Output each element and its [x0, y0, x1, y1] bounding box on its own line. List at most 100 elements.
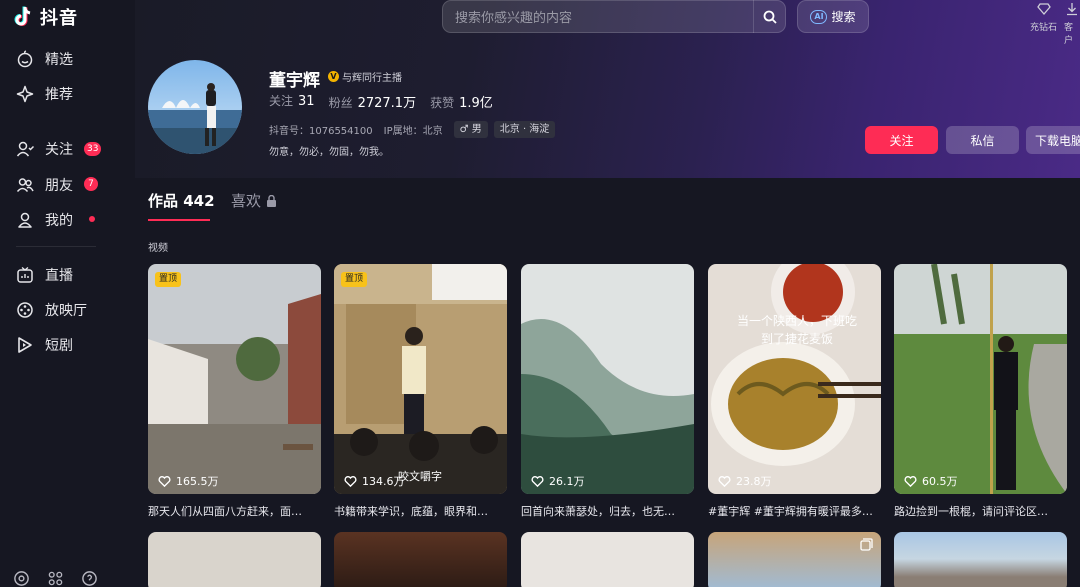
- smile-face-icon: [17, 50, 33, 68]
- douyin-profile-page: 抖音 精选 推荐 关注 33 朋友 7 我的 直播 放映厅 短剧 搜索你感兴趣的…: [0, 0, 1080, 587]
- download-desktop-button[interactable]: 下载电脑: [1026, 126, 1080, 154]
- search-bar: 搜索你感兴趣的内容: [442, 0, 786, 33]
- following-value: 31: [298, 94, 315, 109]
- sidebar-bottom-toolbar: [13, 570, 98, 587]
- sidebar-item-live[interactable]: 直播: [16, 263, 73, 287]
- sidebar-item-recommend[interactable]: 推荐: [16, 82, 73, 106]
- video-thumbnail: [521, 264, 694, 494]
- sidebar-item-short-drama[interactable]: 短剧: [16, 333, 73, 357]
- video-likes: 23.8万: [718, 473, 772, 489]
- video-caption[interactable]: 回首向来萧瑟处，归去，也无…: [521, 503, 694, 519]
- video-overlay-text: 咬文嚼字: [398, 470, 442, 483]
- likes-label: 获赞: [430, 96, 455, 110]
- me-notification-dot: [89, 216, 95, 222]
- follow-button[interactable]: 关注: [865, 126, 938, 154]
- tab-works[interactable]: 作品 442: [148, 190, 215, 211]
- verified-label: 与辉同行主播: [342, 73, 402, 84]
- sparkle-icon: [16, 85, 34, 103]
- following-stat[interactable]: 关注 31: [269, 92, 315, 111]
- followers-stat[interactable]: 粉丝 2727.1万: [329, 92, 417, 111]
- video-card[interactable]: [334, 532, 507, 587]
- ai-search-label: 搜索: [831, 10, 856, 24]
- active-tab-indicator: [148, 219, 210, 221]
- douyin-logo-icon: [14, 6, 31, 26]
- sidebar: 抖音 精选 推荐 关注 33 朋友 7 我的 直播 放映厅 短剧: [0, 0, 135, 587]
- heart-icon: [531, 475, 544, 487]
- video-overlay-text: 当一个陕西人，下班吃到了捷花麦饭: [736, 314, 857, 346]
- ai-search-button[interactable]: AI 搜索: [797, 0, 869, 33]
- settings-icon[interactable]: [13, 570, 30, 587]
- region-tag: 北京 · 海淀: [493, 121, 556, 138]
- lock-icon: [267, 194, 277, 207]
- ai-icon: AI: [810, 9, 828, 24]
- pinned-tag: 置顶: [341, 272, 368, 287]
- recharge-button[interactable]: 充钻石: [1030, 2, 1057, 33]
- likes-count: 60.5万: [922, 475, 958, 488]
- profile-stats: 关注 31 粉丝 2727.1万 获赞 1.9亿: [269, 92, 493, 111]
- sidebar-item-following[interactable]: 关注: [16, 137, 73, 161]
- app-logo[interactable]: 抖音: [14, 5, 78, 29]
- profile-name: 董宇辉: [269, 71, 320, 91]
- video-likes: 60.5万: [904, 473, 958, 489]
- heart-icon: [718, 475, 731, 487]
- likes-count: 134.6万: [362, 475, 405, 488]
- followers-value: 2727.1万: [357, 96, 417, 111]
- sidebar-item-me[interactable]: 我的: [16, 208, 73, 232]
- film-reel-icon: [17, 302, 33, 318]
- following-count-badge: 33: [84, 142, 102, 156]
- video-likes: 134.6万: [344, 473, 405, 489]
- video-caption[interactable]: 路边捡到一根棍，请问评论区…: [894, 503, 1067, 519]
- video-thumbnail: [148, 264, 321, 494]
- video-likes: 165.5万: [158, 473, 219, 489]
- likes-count: 165.5万: [176, 475, 219, 488]
- video-caption[interactable]: #董宇辉 #董宇辉拥有暖评最多…: [708, 503, 881, 519]
- video-card[interactable]: 置顶 咬文嚼字 134.6万: [334, 264, 507, 494]
- live-tv-icon: [17, 266, 33, 283]
- search-input[interactable]: 搜索你感兴趣的内容: [455, 7, 753, 26]
- sidebar-item-label: 关注: [45, 142, 73, 158]
- sidebar-item-label: 直播: [45, 268, 73, 284]
- friends-icon: [16, 178, 34, 193]
- tab-likes-label: 喜欢: [231, 192, 262, 210]
- video-card[interactable]: 60.5万: [894, 264, 1067, 494]
- sidebar-item-theater[interactable]: 放映厅: [16, 298, 87, 322]
- tab-likes[interactable]: 喜欢: [231, 190, 277, 211]
- person-follow-icon: [16, 141, 34, 157]
- apps-grid-icon[interactable]: [47, 570, 64, 587]
- video-card[interactable]: 置顶 165.5万: [148, 264, 321, 494]
- video-card[interactable]: 26.1万: [521, 264, 694, 494]
- profile-bio: 勿意，勿必，勿固，勿我。: [269, 147, 389, 158]
- video-caption[interactable]: 书籍带来学识，底蕴，眼界和…: [334, 503, 507, 519]
- sidebar-item-friends[interactable]: 朋友: [16, 173, 73, 197]
- sidebar-divider: [16, 246, 96, 247]
- video-caption[interactable]: 那天人们从四面八方赶来，面…: [148, 503, 321, 519]
- sidebar-item-featured[interactable]: 精选: [16, 47, 73, 71]
- sidebar-item-label: 朋友: [45, 178, 73, 194]
- heart-icon: [344, 475, 357, 487]
- video-card[interactable]: [708, 532, 881, 587]
- pinned-tag: 置顶: [155, 272, 182, 287]
- sidebar-item-label: 放映厅: [45, 303, 87, 319]
- client-label: 客户: [1064, 23, 1074, 46]
- message-button[interactable]: 私信: [946, 126, 1019, 154]
- video-card[interactable]: [521, 532, 694, 587]
- help-icon[interactable]: [81, 570, 98, 587]
- video-card[interactable]: 当一个陕西人，下班吃到了捷花麦饭 23.8万: [708, 264, 881, 494]
- video-thumbnail: [334, 264, 507, 494]
- gender-tag: ♂ 男: [453, 121, 488, 138]
- heart-icon: [158, 475, 171, 487]
- sidebar-item-label: 推荐: [45, 87, 73, 103]
- video-likes: 26.1万: [531, 473, 585, 489]
- video-card[interactable]: [894, 532, 1067, 587]
- avatar[interactable]: [148, 60, 242, 154]
- client-download-button[interactable]: 客户: [1064, 2, 1080, 46]
- heart-icon: [904, 475, 917, 487]
- person-icon: [18, 212, 32, 228]
- video-thumbnail: [894, 264, 1067, 494]
- search-button[interactable]: [753, 0, 785, 33]
- video-card[interactable]: [148, 532, 321, 587]
- likes-count: 26.1万: [549, 475, 585, 488]
- verified-icon: V: [328, 71, 339, 82]
- followers-label: 粉丝: [328, 96, 353, 110]
- friends-count-badge: 7: [84, 177, 98, 191]
